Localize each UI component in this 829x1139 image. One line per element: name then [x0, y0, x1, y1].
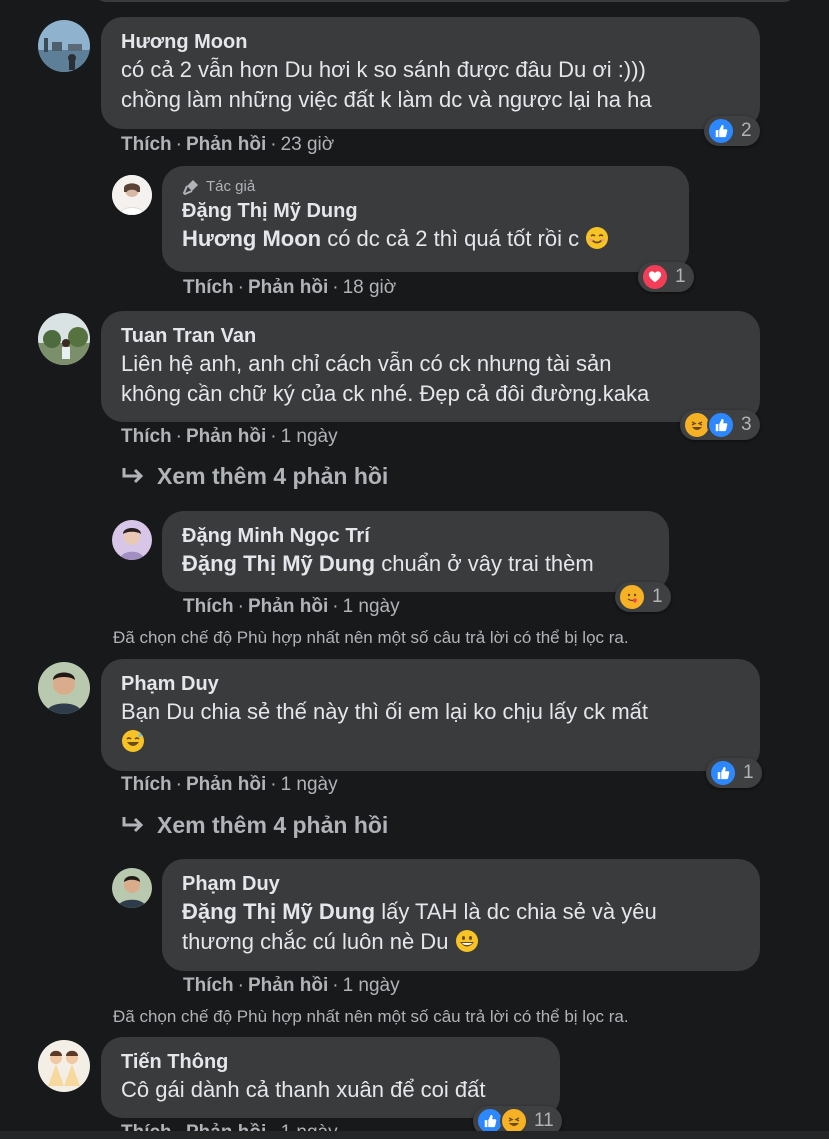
mention-tag[interactable]: Đặng Thị Mỹ Dung: [182, 899, 375, 924]
comment-body: Bạn Du chia sẻ thế này thì ối em lại ko …: [121, 699, 649, 724]
view-more-label: Xem thêm 4 phản hồi: [157, 812, 389, 838]
author-badge: Tác giả: [182, 176, 671, 198]
reaction-summary[interactable]: 3: [680, 410, 760, 440]
reaction-summary[interactable]: 2: [704, 116, 760, 146]
mention-tag[interactable]: Đặng Thị Mỹ Dung: [182, 551, 375, 576]
like-reaction-icon: [707, 411, 735, 439]
reply-link[interactable]: Phản hồi: [186, 134, 266, 155]
comment-text: Hương Moon có dc cả 2 thì quá tốt rồi c: [182, 224, 671, 258]
comment-actions: Thích·Phản hồi·1 ngày: [121, 426, 338, 447]
like-link[interactable]: Thích: [183, 277, 234, 298]
grinning-face-icon: [455, 929, 479, 961]
avatar-tien-thong[interactable]: [38, 1040, 90, 1092]
like-link[interactable]: Thích: [183, 596, 234, 617]
comment-bubble: Phạm Duy Bạn Du chia sẻ thế này thì ối e…: [101, 659, 760, 771]
reaction-count: 1: [652, 586, 663, 607]
avatar-huong-moon[interactable]: [38, 20, 90, 72]
like-link[interactable]: Thích: [121, 134, 172, 155]
reply-arrow-icon: [122, 816, 144, 832]
comment-author[interactable]: Tuan Tran Van: [121, 323, 742, 349]
reply-link[interactable]: Phản hồi: [248, 277, 328, 298]
reaction-count: 1: [675, 266, 686, 287]
comment-author[interactable]: Phạm Duy: [121, 671, 742, 697]
smiling-face-icon: [585, 226, 609, 258]
comment-text: Đặng Thị Mỹ Dung chuẩn ở vây trai thèm: [182, 549, 651, 579]
previous-comment-edge: [0, 0, 829, 6]
like-link[interactable]: Thích: [121, 774, 172, 795]
comment-author[interactable]: Phạm Duy: [182, 871, 742, 897]
comment-time[interactable]: 1 ngày: [281, 426, 338, 447]
comment-actions: Thích·Phản hồi·1 ngày: [183, 975, 400, 996]
reaction-summary[interactable]: 1: [615, 582, 671, 612]
reaction-count: 3: [741, 414, 752, 435]
reply-bubble: Tác giả Đặng Thị Mỹ Dung Hương Moon có d…: [162, 166, 689, 272]
comment-text: Bạn Du chia sẻ thế này thì ối em lại ko …: [121, 697, 742, 761]
avatar-tuan-tran-van[interactable]: [38, 313, 90, 365]
comment-author[interactable]: Tiến Thông: [121, 1049, 542, 1075]
filter-note: Đã chọn chế độ Phù hợp nhất nên một số c…: [113, 628, 629, 647]
comments-page: Hương Moon có cả 2 vẫn hơn Du hơi k so s…: [0, 0, 829, 1139]
comment-time[interactable]: 1 ngày: [281, 774, 338, 795]
comment-text: có cả 2 vẫn hơn Du hơi k so sánh được đâ…: [121, 57, 652, 112]
avatar-dang-minh-ngoc-tri[interactable]: [112, 520, 152, 560]
reply-link[interactable]: Phản hồi: [186, 774, 266, 795]
view-more-replies-button[interactable]: Xem thêm 4 phản hồi: [121, 463, 388, 490]
reply-link[interactable]: Phản hồi: [186, 426, 266, 447]
comment-bubble: Tuan Tran Van Liên hệ anh, anh chỉ cách …: [101, 311, 760, 422]
reply-arrow-icon: [122, 467, 144, 483]
reaction-count: 2: [741, 120, 752, 141]
comment-time[interactable]: 1 ngày: [343, 596, 400, 617]
like-reaction-icon: [707, 117, 735, 145]
comment-author[interactable]: Đặng Minh Ngọc Trí: [182, 523, 651, 549]
comment-text: Liên hệ anh, anh chỉ cách vẫn có ck nhưn…: [121, 351, 650, 406]
like-reaction-icon: [709, 759, 737, 787]
like-link[interactable]: Thích: [183, 975, 234, 996]
view-more-label: Xem thêm 4 phản hồi: [157, 463, 389, 489]
view-more-replies-button[interactable]: Xem thêm 4 phản hồi: [121, 812, 388, 839]
reaction-count: 11: [534, 1110, 554, 1131]
reply-link[interactable]: Phản hồi: [248, 596, 328, 617]
reaction-summary[interactable]: 1: [638, 262, 694, 292]
author-badge-label: Tác giả: [206, 178, 256, 195]
comment-author[interactable]: Hương Moon: [121, 29, 742, 55]
mention-tag[interactable]: Hương Moon: [182, 226, 321, 251]
comment-actions: Thích·Phản hồi·1 ngày: [121, 774, 338, 795]
filter-note: Đã chọn chế độ Phù hợp nhất nên một số c…: [113, 1007, 629, 1026]
reply-bubble: Phạm Duy Đặng Thị Mỹ Dung lấy TAH là dc …: [162, 859, 760, 971]
like-link[interactable]: Thích: [121, 426, 172, 447]
reaction-summary[interactable]: 1: [706, 758, 762, 788]
comment-bubble: Hương Moon có cả 2 vẫn hơn Du hơi k so s…: [101, 17, 760, 129]
avatar-dang-thi-my-dung[interactable]: [112, 175, 152, 215]
reply-link[interactable]: Phản hồi: [248, 975, 328, 996]
comment-actions: Thích·Phản hồi·1 ngày: [183, 596, 400, 617]
avatar-pham-duy[interactable]: [38, 662, 90, 714]
comment-time[interactable]: 23 giờ: [281, 134, 335, 155]
comment-body: có dc cả 2 thì quá tốt rồi c: [321, 226, 580, 251]
comment-time[interactable]: 1 ngày: [343, 975, 400, 996]
comment-author[interactable]: Đặng Thị Mỹ Dung: [182, 198, 671, 224]
comment-actions: Thích · Phản hồi · 18 giờ: [183, 277, 397, 298]
care-reaction-icon: [618, 583, 646, 611]
avatar-pham-duy[interactable]: [112, 868, 152, 908]
bottom-edge: [0, 1131, 829, 1139]
comment-time[interactable]: 18 giờ: [343, 277, 397, 298]
comment-text: Đặng Thị Mỹ Dung lấy TAH là dc chia sẻ v…: [182, 897, 742, 961]
microphone-icon: [182, 180, 198, 196]
comment-actions: Thích · Phản hồi · 23 giờ: [121, 134, 335, 155]
reply-bubble: Đặng Minh Ngọc Trí Đặng Thị Mỹ Dung chuẩ…: [162, 511, 669, 592]
sweat-smile-icon: [121, 729, 145, 761]
love-reaction-icon: [641, 263, 669, 291]
reaction-count: 1: [743, 762, 754, 783]
comment-text: Cô gái dành cả thanh xuân để coi đất: [121, 1077, 486, 1102]
comment-body: chuẩn ở vây trai thèm: [375, 551, 594, 576]
